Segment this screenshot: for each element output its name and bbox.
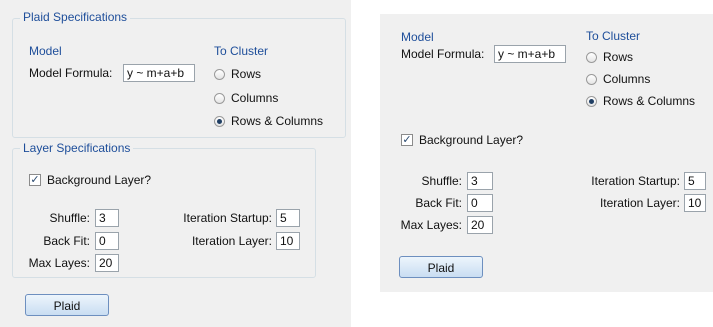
- radio-selected-icon: [586, 95, 597, 107]
- max-layes-label: Max Layes:: [28, 256, 90, 270]
- cluster-radio-rows[interactable]: Rows: [214, 67, 261, 81]
- cluster-option-label: Columns: [231, 91, 279, 105]
- right-dialog-panel: Model Model Formula: To Cluster Rows Col…: [380, 14, 713, 292]
- back-fit-label: Back Fit:: [43, 234, 90, 248]
- model-formula-label: Model Formula:: [29, 66, 113, 80]
- radio-unselected-icon: [214, 92, 225, 104]
- radio-unselected-icon: [586, 73, 597, 85]
- iteration-startup-label: Iteration Startup:: [183, 211, 272, 225]
- cluster-radio-rows[interactable]: Rows: [586, 50, 633, 64]
- back-fit-label: Back Fit:: [415, 196, 462, 210]
- radio-selected-icon: [214, 115, 225, 127]
- iteration-startup-input[interactable]: [276, 209, 300, 227]
- iteration-layer-input[interactable]: [684, 194, 706, 212]
- model-formula-label: Model Formula:: [401, 47, 485, 61]
- max-layes-label: Max Layes:: [400, 218, 462, 232]
- model-heading: Model: [401, 30, 434, 44]
- cluster-option-label: Rows: [231, 67, 262, 81]
- background-layer-label: Background Layer?: [47, 173, 152, 187]
- iteration-startup-input[interactable]: [684, 172, 706, 190]
- iteration-layer-label: Iteration Layer:: [191, 234, 272, 248]
- background-layer-label: Background Layer?: [419, 133, 524, 147]
- iteration-startup-label: Iteration Startup:: [591, 174, 680, 188]
- background-layer-checkbox[interactable]: ✓ Background Layer?: [29, 173, 151, 187]
- shuffle-input[interactable]: [467, 172, 493, 190]
- cluster-option-label: Rows: [603, 50, 634, 64]
- cluster-radio-rows-columns[interactable]: Rows & Columns: [214, 114, 323, 128]
- cluster-radio-columns[interactable]: Columns: [214, 91, 278, 105]
- layer-specifications-title: Layer Specifications: [20, 141, 134, 155]
- checkbox-checked-icon: ✓: [29, 174, 41, 186]
- model-heading: Model: [29, 44, 62, 58]
- back-fit-input[interactable]: [467, 194, 493, 212]
- to-cluster-heading: To Cluster: [586, 29, 641, 43]
- left-dialog-panel: Plaid Specifications Model Model Formula…: [0, 0, 351, 327]
- to-cluster-heading: To Cluster: [214, 44, 269, 58]
- cluster-option-label: Rows & Columns: [603, 94, 696, 108]
- iteration-layer-input[interactable]: [276, 232, 300, 250]
- shuffle-label: Shuffle:: [421, 174, 462, 188]
- checkbox-checked-icon: ✓: [401, 134, 413, 146]
- shuffle-label: Shuffle:: [49, 211, 90, 225]
- cluster-option-label: Rows & Columns: [231, 114, 324, 128]
- cluster-radio-columns[interactable]: Columns: [586, 72, 650, 86]
- model-formula-input[interactable]: [494, 45, 566, 63]
- plaid-specifications-title: Plaid Specifications: [20, 10, 131, 24]
- cluster-option-label: Columns: [603, 72, 651, 86]
- max-layes-input[interactable]: [467, 216, 493, 234]
- iteration-layer-label: Iteration Layer:: [599, 196, 680, 210]
- cluster-radio-rows-columns[interactable]: Rows & Columns: [586, 94, 695, 108]
- back-fit-input[interactable]: [95, 232, 119, 250]
- background-layer-checkbox[interactable]: ✓ Background Layer?: [401, 133, 523, 147]
- shuffle-input[interactable]: [95, 209, 119, 227]
- model-formula-input[interactable]: [123, 64, 195, 82]
- max-layes-input[interactable]: [95, 254, 119, 272]
- plaid-button[interactable]: Plaid: [25, 294, 109, 316]
- radio-unselected-icon: [586, 51, 597, 63]
- radio-unselected-icon: [214, 68, 225, 80]
- plaid-button[interactable]: Plaid: [399, 256, 483, 278]
